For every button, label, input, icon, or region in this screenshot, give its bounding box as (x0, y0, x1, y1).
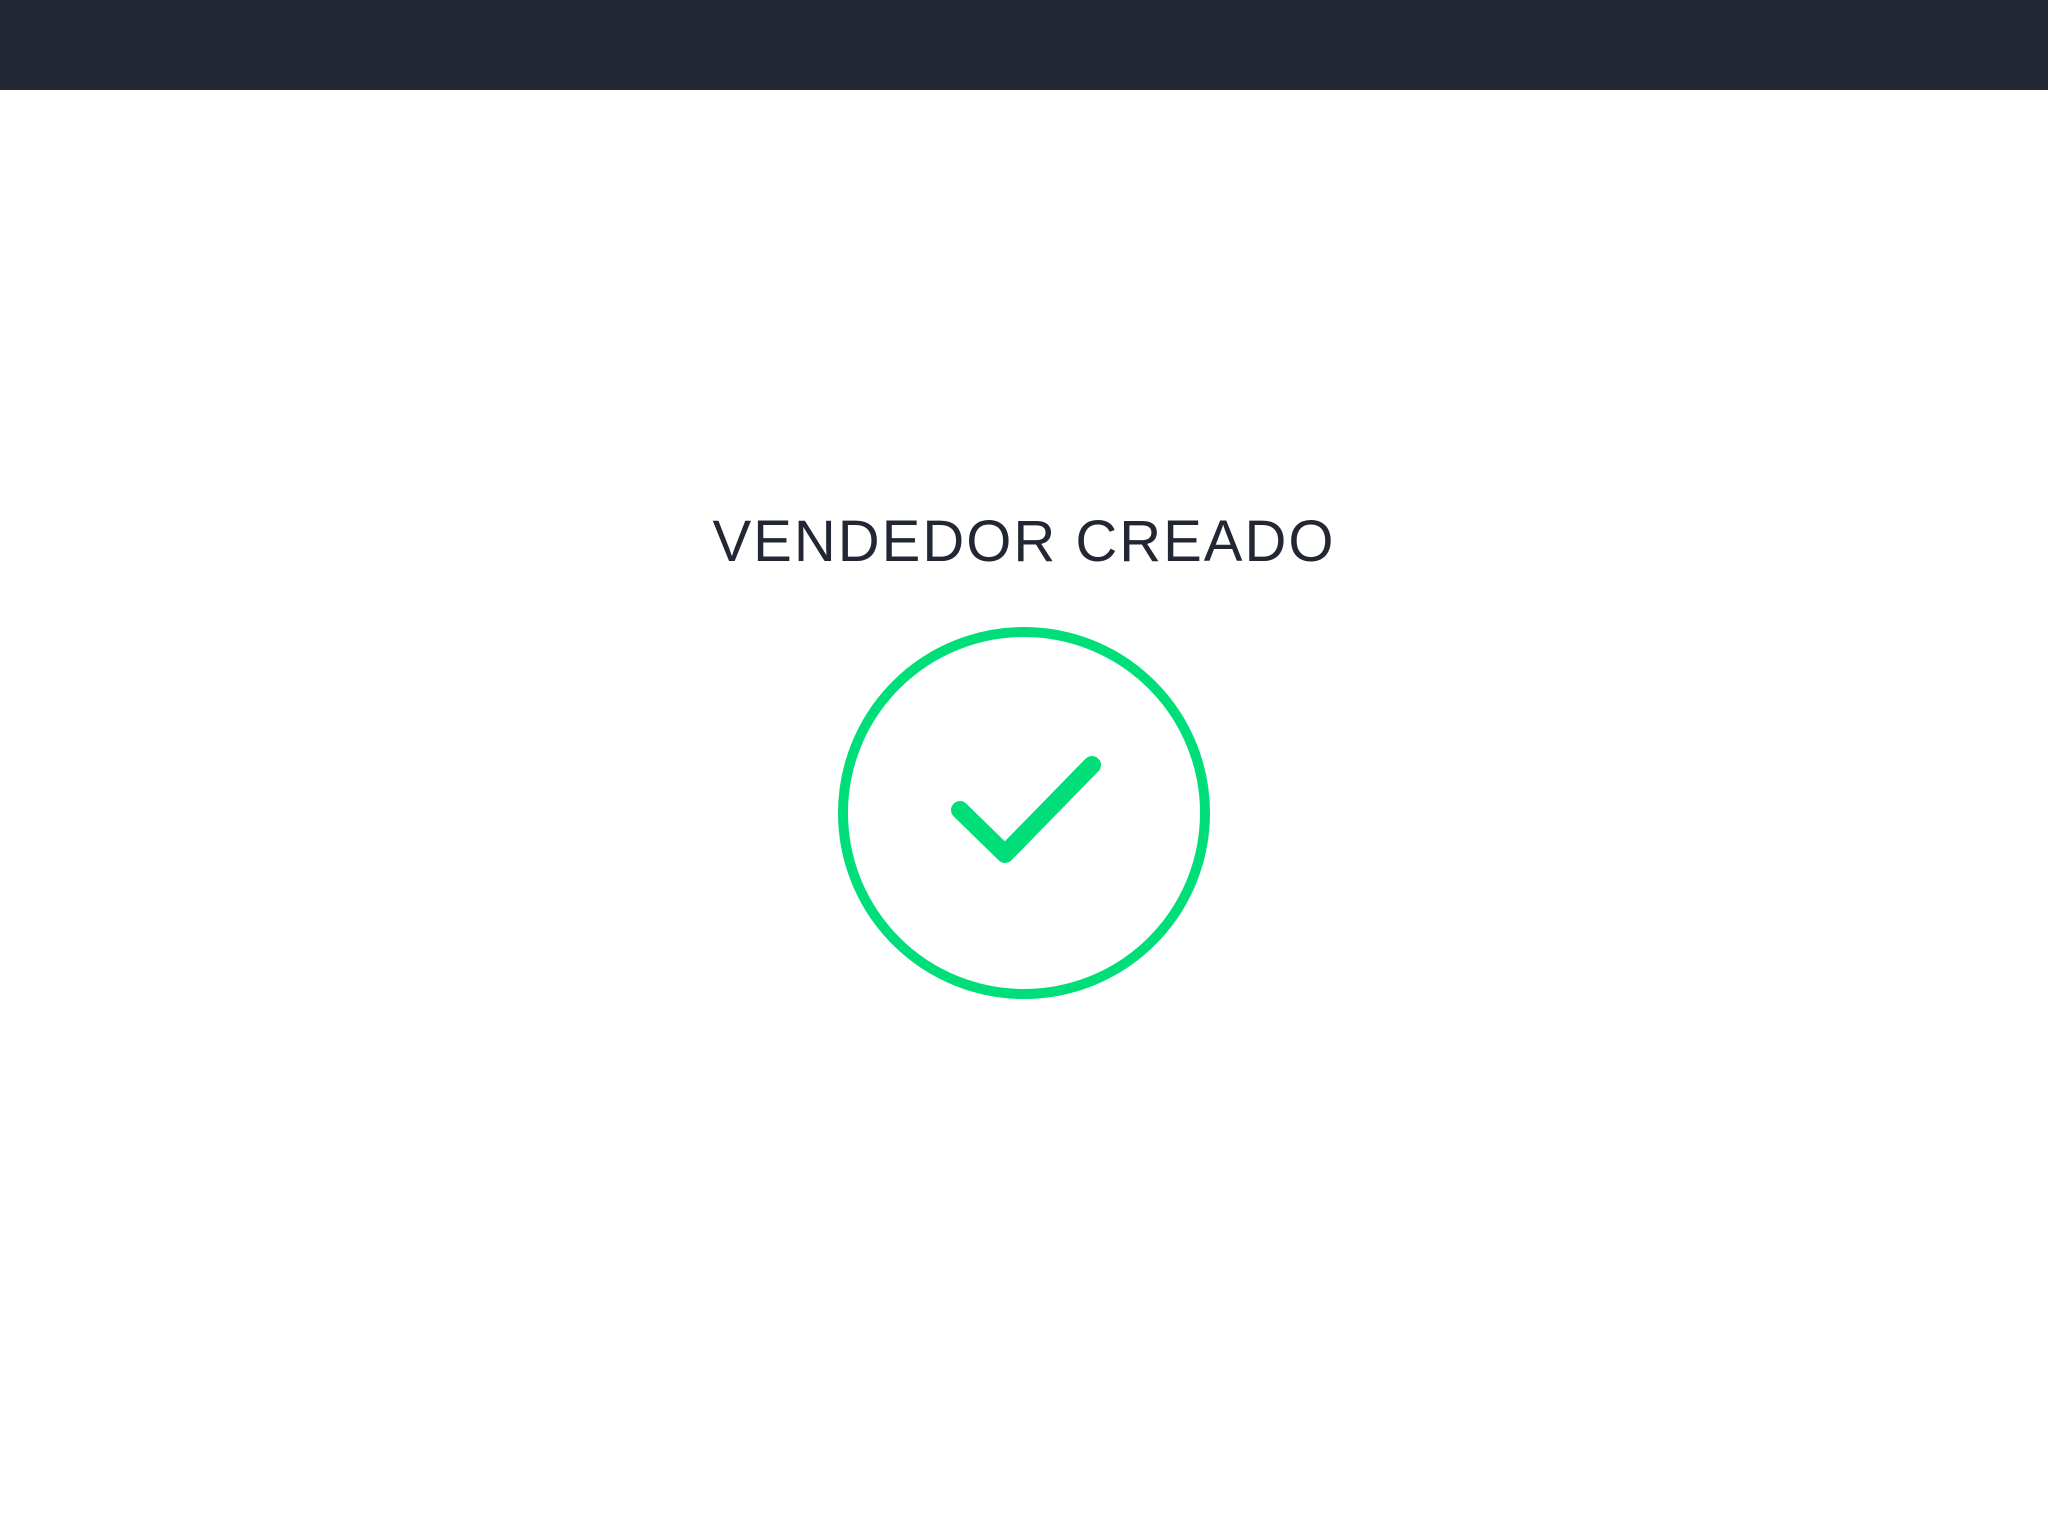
success-check-circle-icon (838, 627, 1210, 999)
success-title: VENDEDOR CREADO (712, 509, 1336, 574)
checkmark-icon (951, 756, 1101, 863)
success-screen: VENDEDOR CREADO (0, 0, 2048, 1536)
success-circle-outline (838, 627, 1210, 999)
